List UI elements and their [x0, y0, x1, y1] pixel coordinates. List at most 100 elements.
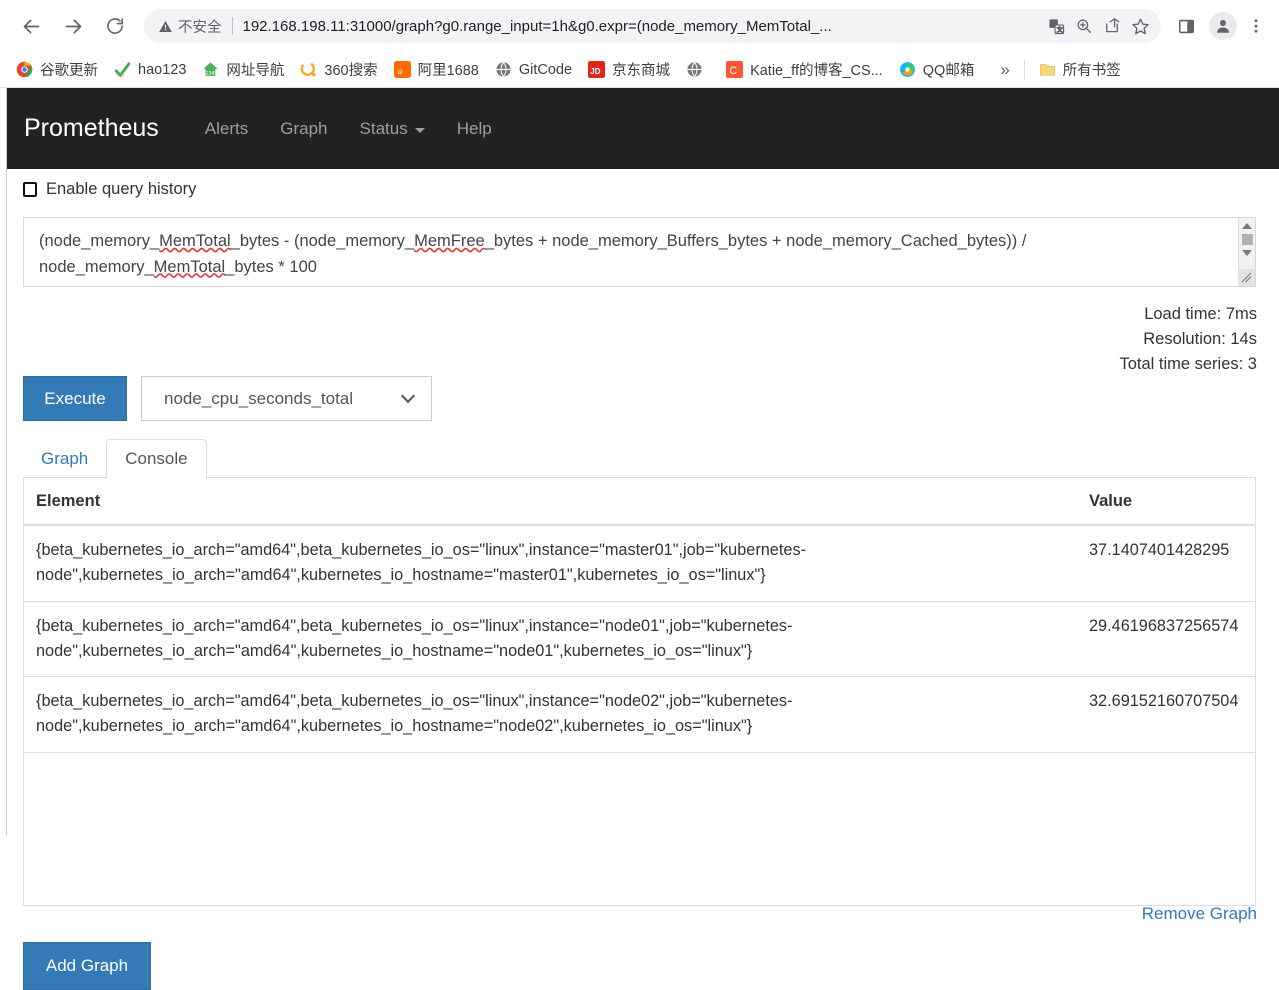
query-stats: Load time: 7ms Resolution: 14s Total tim…	[1119, 302, 1257, 377]
nav-item-graph[interactable]: Graph	[264, 119, 343, 139]
bookmark-item[interactable]: hao hao123	[106, 57, 194, 82]
bookmark-item[interactable]: JD 京东商城	[580, 55, 678, 84]
bookmark-item[interactable]: C Katie_ff的博客_CS...	[718, 55, 891, 84]
expr-part: _bytes - (node_memory_	[230, 232, 415, 250]
results-panel: Element Value {beta_kubernetes_io_arch="…	[23, 477, 1256, 906]
globe-icon	[496, 61, 511, 78]
bookmark-item[interactable]: QQ邮箱	[891, 55, 983, 84]
svg-text:JD: JD	[590, 67, 601, 76]
bookmark-item[interactable]: 谷歌更新	[8, 55, 106, 84]
reload-button[interactable]	[98, 9, 132, 43]
cell-value: 37.1407401428295	[1065, 525, 1255, 602]
nav-item-help[interactable]: Help	[441, 119, 508, 139]
bookmark-label: 360搜索	[324, 63, 378, 79]
nav-item-status[interactable]: Status	[344, 119, 441, 139]
nav-item-label: Help	[456, 118, 492, 138]
cell-value: 29.46196837256574	[1065, 601, 1255, 677]
bookmark-label: 网址导航	[226, 63, 285, 79]
hao123-icon: hao	[114, 62, 131, 78]
results-table: Element Value {beta_kubernetes_io_arch="…	[24, 478, 1255, 753]
table-row[interactable]: {beta_kubernetes_io_arch="amd64",beta_ku…	[24, 601, 1255, 677]
2345-navigation-icon: 2345	[203, 62, 218, 77]
table-row[interactable]: {beta_kubernetes_io_arch="amd64",beta_ku…	[24, 676, 1255, 753]
column-header-value: Value	[1065, 478, 1255, 526]
alibaba-1688-icon: a	[393, 61, 411, 78]
all-bookmarks-label: 所有书签	[1062, 63, 1121, 79]
enable-query-history-checkbox[interactable]	[23, 182, 37, 197]
bookmarks-overflow-button[interactable]: »	[992, 60, 1017, 80]
translate-icon[interactable]: G文	[1043, 13, 1069, 39]
bookmark-label: 谷歌更新	[40, 63, 98, 79]
expr-misspelled-word: MemFree	[414, 232, 485, 250]
side-panel-icon[interactable]	[1171, 11, 1201, 41]
expression-input[interactable]: (node_memory_MemTotal_bytes - (node_memo…	[24, 218, 1238, 286]
expression-input-wrapper[interactable]: (node_memory_MemTotal_bytes - (node_memo…	[23, 217, 1256, 287]
nav-item-label: Alerts	[204, 118, 249, 138]
expr-part: node_memory_	[39, 257, 154, 276]
remove-graph-link[interactable]: Remove Graph	[1142, 904, 1257, 924]
three-dot-menu-icon[interactable]	[1241, 11, 1271, 41]
chrome-icon	[16, 61, 33, 78]
execute-button[interactable]: Execute	[23, 376, 127, 421]
metric-select-dropdown[interactable]: node_cpu_seconds_total	[141, 376, 432, 421]
page-body: Enable query history (node_memory_MemTot…	[0, 169, 1279, 990]
bookmark-item[interactable]: a 阿里1688	[386, 55, 487, 84]
prometheus-navbar: Prometheus Alerts Graph Status Help	[0, 88, 1279, 169]
query-history-row[interactable]: Enable query history	[23, 180, 196, 199]
forward-button[interactable]	[56, 9, 90, 43]
back-button[interactable]	[14, 9, 48, 43]
add-graph-button[interactable]: Add Graph	[23, 942, 151, 990]
share-icon[interactable]	[1099, 13, 1125, 39]
expr-part: (node_memory_	[39, 232, 160, 250]
address-bar[interactable]: 不安全 192.168.198.11:31000/graph?g0.range_…	[144, 9, 1161, 43]
bookmark-label: Katie_ff的博客_CS...	[750, 63, 883, 79]
warning-triangle-icon	[159, 20, 172, 32]
bookmark-item[interactable]: GitCode	[487, 57, 580, 82]
omnibox-trailing-icons: G文	[1041, 13, 1155, 39]
bookmarks-separator	[1023, 59, 1025, 80]
profile-avatar[interactable]	[1209, 12, 1237, 40]
metric-select-value: node_cpu_seconds_total	[164, 388, 354, 408]
scrollbar-thumb[interactable]	[1241, 234, 1253, 245]
bookmark-item[interactable]: 360搜索	[292, 55, 385, 84]
bookmark-star-icon[interactable]	[1127, 13, 1153, 39]
table-row[interactable]: {beta_kubernetes_io_arch="amd64",beta_ku…	[24, 525, 1255, 602]
nav-item-label: Status	[359, 118, 408, 138]
svg-text:C: C	[730, 65, 738, 77]
column-header-element: Element	[24, 478, 1065, 526]
enable-query-history-label: Enable query history	[46, 180, 197, 198]
total-series-text: Total time series: 3	[1119, 355, 1257, 374]
security-label: 不安全	[178, 19, 222, 36]
nav-item-alerts[interactable]: Alerts	[189, 119, 264, 139]
table-header-row: Element Value	[24, 478, 1255, 526]
resolution-text: Resolution: 14s	[1143, 330, 1257, 349]
folder-icon	[1039, 64, 1055, 76]
load-time-text: Load time: 7ms	[1144, 305, 1257, 323]
bookmark-item[interactable]: 2345 网址导航	[194, 55, 292, 84]
expression-scrollbar[interactable]	[1238, 218, 1255, 286]
security-warning-chip[interactable]: 不安全	[158, 16, 222, 37]
resize-handle-icon[interactable]	[1238, 269, 1255, 286]
tab-console[interactable]: Console	[106, 438, 207, 479]
360-search-icon	[301, 61, 316, 77]
bookmark-label: hao123	[138, 61, 187, 78]
nav-item-label: Graph	[280, 118, 328, 138]
bookmarks-bar: 谷歌更新 hao hao123 2345 网址导航 360搜索 a 阿里1688…	[0, 52, 1279, 88]
tab-graph[interactable]: Graph	[23, 440, 106, 478]
bookmark-item[interactable]	[678, 57, 718, 82]
prometheus-brand[interactable]: Prometheus	[24, 114, 159, 143]
scroll-down-arrow-icon[interactable]	[1242, 250, 1252, 256]
expr-part: _bytes * 100	[225, 257, 317, 276]
scroll-up-arrow-icon[interactable]	[1242, 223, 1252, 229]
svg-text:2345: 2345	[206, 71, 218, 77]
svg-text:hao: hao	[116, 73, 124, 78]
expr-misspelled-word: MemTotal	[159, 232, 231, 250]
tabs-row: Graph Console	[23, 438, 1256, 479]
browser-chrome: 不安全 192.168.198.11:31000/graph?g0.range_…	[0, 0, 1279, 88]
expr-misspelled-word: MemTotal	[153, 257, 226, 276]
all-bookmarks-button[interactable]: 所有书签	[1031, 55, 1129, 84]
zoom-icon[interactable]	[1071, 13, 1097, 39]
svg-text:a: a	[397, 66, 402, 77]
url-text[interactable]: 192.168.198.11:31000/graph?g0.range_inpu…	[243, 18, 1042, 35]
window-left-edge	[0, 88, 7, 835]
